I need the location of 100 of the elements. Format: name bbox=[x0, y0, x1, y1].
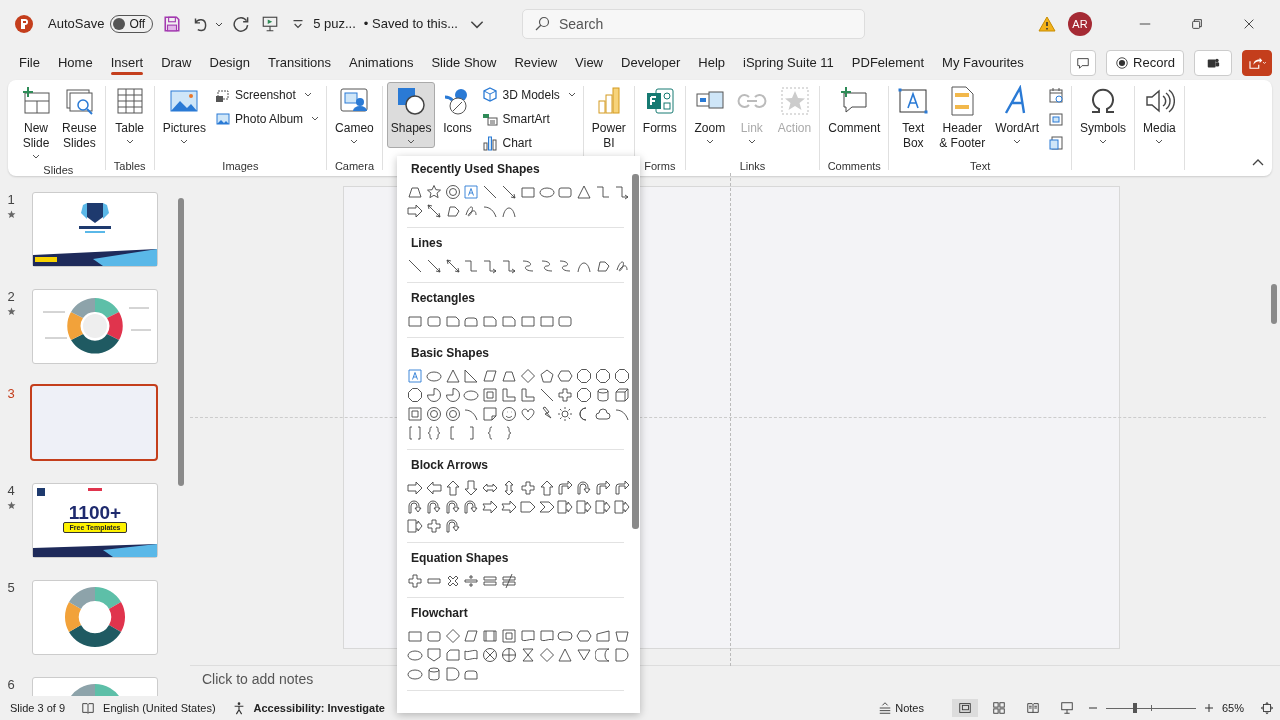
elbowarrow-shape-icon[interactable] bbox=[501, 258, 517, 274]
ribbon-tab[interactable]: My Favourites bbox=[933, 49, 1033, 76]
ribbon-button[interactable]: SmartArt bbox=[479, 108, 579, 130]
trapezoid-shape-icon[interactable] bbox=[501, 368, 517, 384]
card-shape-icon[interactable] bbox=[444, 647, 461, 663]
presentation-icon[interactable] bbox=[261, 14, 280, 33]
chevron-shape-icon[interactable] bbox=[538, 499, 555, 515]
zoom-slider[interactable] bbox=[1105, 702, 1196, 714]
ribbon-tab[interactable]: Draw bbox=[152, 49, 201, 76]
ribbon-tab[interactable]: Animations bbox=[340, 49, 423, 76]
bracepair-shape-icon[interactable] bbox=[425, 425, 442, 441]
ribbon-tab[interactable]: Insert bbox=[101, 49, 153, 76]
notched-shape-icon[interactable] bbox=[482, 499, 499, 515]
octagon-shape-icon[interactable] bbox=[576, 387, 593, 403]
share-button[interactable] bbox=[1242, 49, 1272, 76]
ribbon-button[interactable]: Comment bbox=[824, 82, 885, 139]
plus-shape-icon[interactable] bbox=[407, 573, 423, 589]
parallelogram-shape-icon[interactable] bbox=[463, 628, 480, 644]
ribbon-button[interactable]: Reuse Slides bbox=[58, 82, 101, 154]
uturn-shape-icon[interactable] bbox=[444, 518, 461, 534]
zoom-in-icon[interactable] bbox=[1203, 703, 1214, 713]
blockdown-shape-icon[interactable] bbox=[463, 480, 480, 496]
cross-shape-icon[interactable] bbox=[425, 518, 442, 534]
callout-shape-icon[interactable] bbox=[407, 518, 423, 534]
present-teams-button[interactable] bbox=[1194, 49, 1232, 76]
cylinder-shape-icon[interactable] bbox=[594, 387, 611, 403]
snip-shape-icon[interactable] bbox=[444, 313, 461, 329]
ribbon-button[interactable]: 3D Models bbox=[479, 84, 579, 106]
ribbon-button[interactable]: Symbols bbox=[1076, 82, 1131, 148]
arc-shape-icon[interactable] bbox=[463, 406, 480, 422]
xor-shape-icon[interactable] bbox=[482, 647, 499, 663]
accessibility-status[interactable]: Accessibility: Investigate bbox=[253, 702, 385, 714]
roundrect-shape-icon[interactable] bbox=[425, 313, 442, 329]
warning-icon[interactable] bbox=[1038, 15, 1056, 32]
roundrect-shape-icon[interactable] bbox=[425, 628, 442, 644]
cube-shape-icon[interactable] bbox=[613, 387, 630, 403]
cross-shape-icon[interactable] bbox=[557, 387, 574, 403]
ribbon-button[interactable]: Shapes bbox=[386, 82, 436, 148]
comments-button[interactable] bbox=[1070, 49, 1097, 76]
offpage-shape-icon[interactable] bbox=[425, 647, 442, 663]
line-shape-icon[interactable] bbox=[538, 387, 555, 403]
ribbon-tab[interactable]: Transitions bbox=[258, 49, 341, 76]
ribbon-tab[interactable]: Slide Show bbox=[422, 49, 506, 76]
manualinput-shape-icon[interactable] bbox=[594, 628, 611, 644]
document-title[interactable]: 5 puz... bbox=[313, 16, 356, 31]
oval-shape-icon[interactable] bbox=[425, 368, 442, 384]
triangle-shape-icon[interactable] bbox=[576, 184, 593, 200]
ribbon-button[interactable]: Icons bbox=[437, 82, 478, 139]
callout-shape-icon[interactable] bbox=[613, 499, 630, 515]
merge-shape-icon[interactable] bbox=[576, 647, 593, 663]
equal-shape-icon[interactable] bbox=[482, 573, 499, 589]
slide-thumbnail[interactable] bbox=[30, 384, 158, 461]
uturn-shape-icon[interactable] bbox=[576, 480, 593, 496]
delay-shape-icon[interactable] bbox=[444, 666, 461, 682]
ribbon-button[interactable]: Media bbox=[1139, 82, 1180, 148]
oval-shape-icon[interactable] bbox=[538, 184, 555, 200]
ribbon-button[interactable]: Pictures bbox=[158, 82, 211, 148]
ribbon-button[interactable]: Screenshot bbox=[212, 84, 323, 106]
donut-shape-icon[interactable] bbox=[444, 406, 461, 422]
record-button[interactable]: Record bbox=[1106, 49, 1184, 76]
oval-shape-icon[interactable] bbox=[407, 666, 423, 682]
frame-shape-icon[interactable] bbox=[501, 628, 517, 644]
oval-shape-icon[interactable] bbox=[407, 647, 423, 663]
predef-shape-icon[interactable] bbox=[482, 628, 499, 644]
pie-shape-icon[interactable] bbox=[425, 387, 442, 403]
blockright-shape-icon[interactable] bbox=[407, 203, 423, 219]
ribbon-tab[interactable]: Review bbox=[505, 49, 567, 76]
fold-shape-icon[interactable] bbox=[482, 406, 499, 422]
cloud-shape-icon[interactable] bbox=[594, 406, 611, 422]
ribbon-button[interactable]: Forms bbox=[638, 82, 681, 139]
lshape-shape-icon[interactable] bbox=[519, 387, 536, 403]
uturn-shape-icon[interactable] bbox=[444, 499, 461, 515]
arc-shape-icon[interactable] bbox=[613, 406, 630, 422]
elbowarrow-shape-icon[interactable] bbox=[613, 184, 630, 200]
ribbon-button[interactable]: Header & Footer bbox=[935, 82, 990, 154]
blockup-shape-icon[interactable] bbox=[538, 480, 555, 496]
ribbon-button[interactable]: Text Box bbox=[893, 82, 934, 154]
bent-shape-icon[interactable] bbox=[557, 480, 574, 496]
fit-to-window-icon[interactable] bbox=[1260, 701, 1274, 715]
parallelogram-shape-icon[interactable] bbox=[482, 368, 499, 384]
bent-shape-icon[interactable] bbox=[613, 480, 630, 496]
hexagon-shape-icon[interactable] bbox=[576, 628, 593, 644]
stored-shape-icon[interactable] bbox=[594, 647, 611, 663]
uturn-shape-icon[interactable] bbox=[407, 499, 423, 515]
restore-icon[interactable] bbox=[1190, 16, 1204, 31]
snip-shape-icon[interactable] bbox=[501, 313, 517, 329]
terminator-shape-icon[interactable] bbox=[557, 628, 574, 644]
star-shape-icon[interactable] bbox=[425, 184, 442, 200]
blockup-shape-icon[interactable] bbox=[444, 480, 461, 496]
smiley-shape-icon[interactable] bbox=[501, 406, 517, 422]
save-status[interactable]: • Saved to this... bbox=[363, 16, 458, 31]
octagon-shape-icon[interactable] bbox=[613, 368, 630, 384]
darrow-shape-icon[interactable] bbox=[444, 258, 461, 274]
blockright-shape-icon[interactable] bbox=[407, 480, 423, 496]
notched-shape-icon[interactable] bbox=[501, 499, 517, 515]
doc-shape-icon[interactable] bbox=[519, 628, 536, 644]
tape-shape-icon[interactable] bbox=[463, 647, 480, 663]
ribbon-button[interactable]: Zoom bbox=[689, 82, 730, 148]
ribbon-button[interactable]: Photo Album bbox=[212, 108, 323, 130]
ribbon-tab[interactable]: iSpring Suite 11 bbox=[734, 49, 843, 76]
